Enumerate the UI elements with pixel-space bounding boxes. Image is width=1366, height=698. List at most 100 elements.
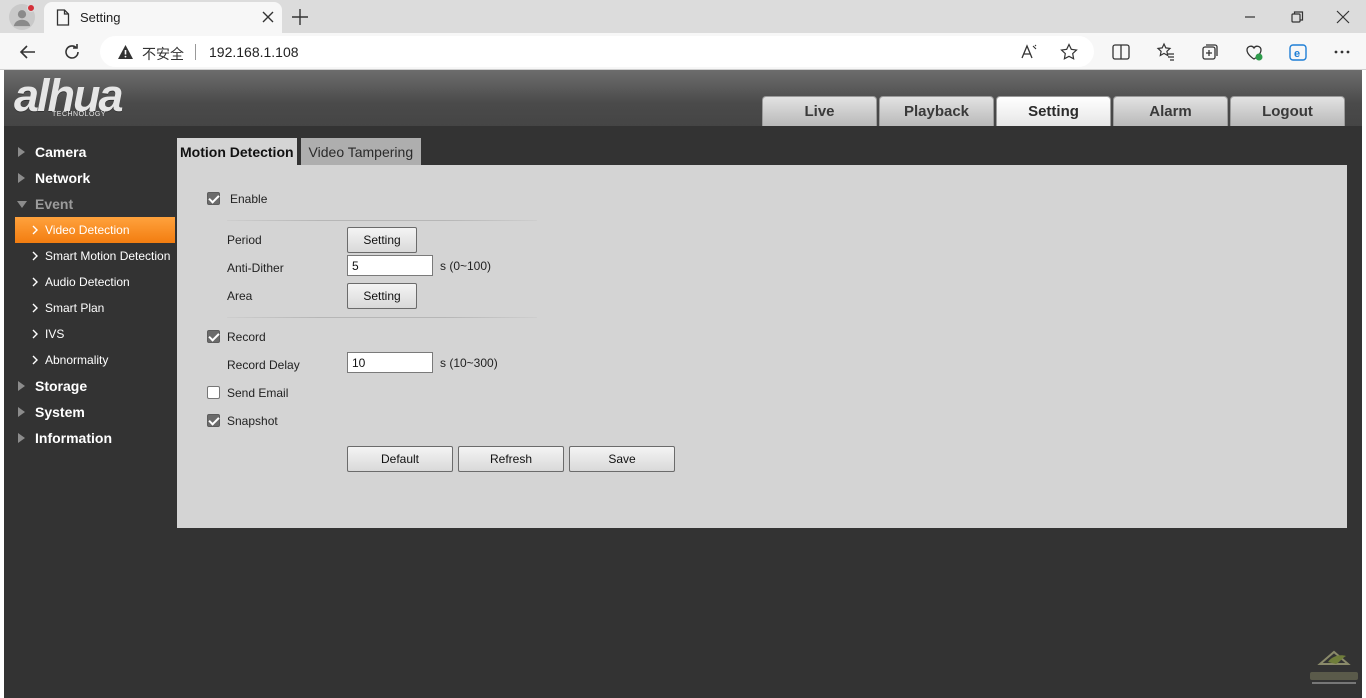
new-tab-icon[interactable] [290, 7, 310, 27]
sidebar-subitem-smart-plan[interactable]: Smart Plan [4, 295, 176, 321]
nav-tab-live[interactable]: Live [762, 96, 877, 126]
nav-tab-logout[interactable]: Logout [1230, 96, 1345, 126]
nav-tab-playback[interactable]: Playback [879, 96, 994, 126]
sidebar-item-event[interactable]: Event [4, 191, 176, 217]
logo-subtext: TECHNOLOGY [52, 111, 107, 118]
chevron-right-icon [32, 329, 38, 339]
sidebar-label: Network [35, 170, 91, 186]
record-delay-label: Record Delay [227, 358, 300, 372]
watermark-logo-icon [1310, 650, 1358, 684]
anti-dither-label: Anti-Dither [227, 261, 284, 275]
profile-avatar[interactable] [9, 4, 35, 30]
default-button[interactable]: Default [347, 446, 453, 472]
sidebar-label: Information [35, 430, 112, 446]
sidebar-sublabel: Audio Detection [45, 275, 130, 289]
expand-triangle-icon [18, 173, 25, 183]
close-tab-icon[interactable] [260, 9, 276, 25]
save-button[interactable]: Save [569, 446, 675, 472]
chevron-right-icon [32, 355, 38, 365]
minimize-icon[interactable] [1240, 7, 1260, 27]
sidebar-item-camera[interactable]: Camera [4, 139, 176, 165]
chevron-right-icon [32, 225, 38, 235]
security-status[interactable]: 不安全 [142, 44, 184, 64]
motion-detection-panel: Enable Period Setting Anti-Dither s (0~1… [177, 165, 1347, 528]
app-header: alhua TECHNOLOGY Live Playback Setting A… [4, 70, 1362, 126]
sidebar-subitem-video-detection[interactable]: Video Detection [15, 217, 175, 243]
address-separator [195, 44, 196, 60]
sidebar-subitem-audio-detection[interactable]: Audio Detection [4, 269, 176, 295]
sidebar-sublabel: Abnormality [45, 353, 109, 367]
sidebar-label: Camera [35, 144, 87, 160]
period-setting-button[interactable]: Setting [347, 227, 417, 253]
sidebar-sublabel: Video Detection [45, 223, 130, 237]
extension-e-icon[interactable]: e [1288, 42, 1308, 62]
tab-title: Setting [80, 10, 121, 25]
collapse-triangle-icon [17, 201, 27, 208]
close-window-icon[interactable] [1333, 7, 1353, 27]
tab-motion-detection[interactable]: Motion Detection [177, 138, 297, 165]
record-delay-range: s (10~300) [440, 356, 498, 370]
snapshot-checkbox[interactable] [207, 414, 220, 427]
sidebar-item-system[interactable]: System [4, 399, 176, 425]
enable-label: Enable [230, 192, 268, 206]
sidebar-label: Event [35, 196, 74, 212]
back-arrow-icon[interactable] [17, 41, 39, 63]
camera-web-app: alhua TECHNOLOGY Live Playback Setting A… [4, 70, 1362, 698]
send-email-checkbox[interactable] [207, 386, 220, 399]
warning-icon[interactable] [117, 44, 134, 60]
browser-tab[interactable]: Setting [44, 2, 282, 33]
favorites-icon[interactable] [1156, 42, 1176, 62]
expand-triangle-icon [18, 147, 25, 157]
nav-tab-setting[interactable]: Setting [996, 96, 1111, 126]
refresh-button[interactable]: Refresh [458, 446, 564, 472]
browser-tabstrip: Setting [0, 0, 1366, 33]
snapshot-label: Snapshot [227, 414, 278, 428]
more-menu-icon[interactable] [1332, 42, 1352, 62]
tab-video-tampering[interactable]: Video Tampering [300, 138, 422, 165]
collections-icon[interactable] [1200, 42, 1220, 62]
expand-triangle-icon [18, 433, 25, 443]
chevron-right-icon [32, 277, 38, 287]
dahua-logo: alhua TECHNOLOGY [14, 70, 159, 122]
sidebar-subitem-abnormality[interactable]: Abnormality [4, 347, 176, 373]
chevron-right-icon [32, 303, 38, 313]
browser-toolbar: 不安全 192.168.1.108 e [0, 33, 1366, 70]
nav-tab-alarm[interactable]: Alarm [1113, 96, 1228, 126]
browser-essentials-icon[interactable] [1244, 42, 1264, 62]
area-setting-button[interactable]: Setting [347, 283, 417, 309]
refresh-icon[interactable] [61, 41, 83, 63]
anti-dither-range: s (0~100) [440, 259, 492, 273]
area-label: Area [227, 289, 253, 303]
sidebar-item-network[interactable]: Network [4, 165, 176, 191]
enable-checkbox[interactable] [207, 192, 220, 205]
sidebar-item-information[interactable]: Information [4, 425, 176, 451]
main-nav: Live Playback Setting Alarm Logout [762, 96, 1347, 126]
sidebar-label: System [35, 404, 85, 420]
sidebar-subitem-ivs[interactable]: IVS [4, 321, 176, 347]
record-checkbox[interactable] [207, 330, 220, 343]
sidebar-sublabel: Smart Motion Detection [45, 249, 171, 263]
anti-dither-input[interactable] [347, 255, 433, 276]
notification-dot [27, 4, 35, 12]
address-bar[interactable]: 不安全 192.168.1.108 [100, 36, 1094, 67]
settings-sidebar: Camera Network Event Video Detection Sma… [4, 139, 176, 451]
sidebar-sublabel: IVS [45, 327, 65, 341]
page-icon [56, 9, 70, 26]
sidebar-item-storage[interactable]: Storage [4, 373, 176, 399]
split-screen-icon[interactable] [1111, 42, 1131, 62]
expand-triangle-icon [18, 407, 25, 417]
sidebar-label: Storage [35, 378, 88, 394]
read-aloud-icon[interactable] [1020, 43, 1038, 61]
record-label: Record [227, 330, 266, 344]
favorite-star-icon[interactable] [1060, 43, 1078, 61]
sidebar-subitem-smart-motion-detection[interactable]: Smart Motion Detection [4, 243, 176, 269]
send-email-label: Send Email [227, 386, 289, 400]
url-text[interactable]: 192.168.1.108 [209, 44, 299, 60]
record-delay-input[interactable] [347, 352, 433, 373]
chevron-right-icon [32, 251, 38, 261]
detection-tabs: Motion Detection Video Tampering [177, 138, 425, 165]
sidebar-sublabel: Smart Plan [45, 301, 105, 315]
period-label: Period [227, 233, 262, 247]
divider [227, 220, 537, 221]
restore-icon[interactable] [1287, 7, 1307, 27]
